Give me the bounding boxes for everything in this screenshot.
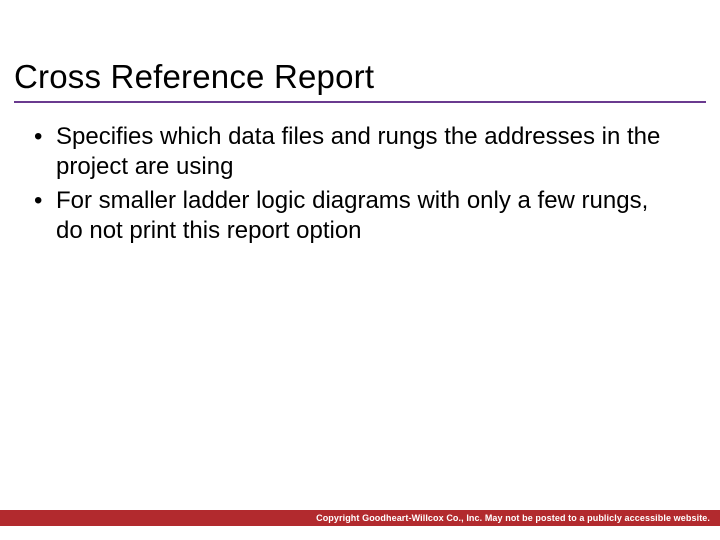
footer-text: Copyright Goodheart-Willcox Co., Inc. Ma… [316, 513, 710, 523]
list-item: For smaller ladder logic diagrams with o… [32, 186, 672, 246]
list-item: Specifies which data files and rungs the… [32, 122, 672, 182]
slide: Cross Reference Report Specifies which d… [0, 0, 720, 540]
bullet-list: Specifies which data files and rungs the… [32, 122, 672, 250]
footer-bar: Copyright Goodheart-Willcox Co., Inc. Ma… [0, 510, 720, 526]
title-underline [14, 101, 706, 103]
slide-title: Cross Reference Report [14, 58, 374, 96]
